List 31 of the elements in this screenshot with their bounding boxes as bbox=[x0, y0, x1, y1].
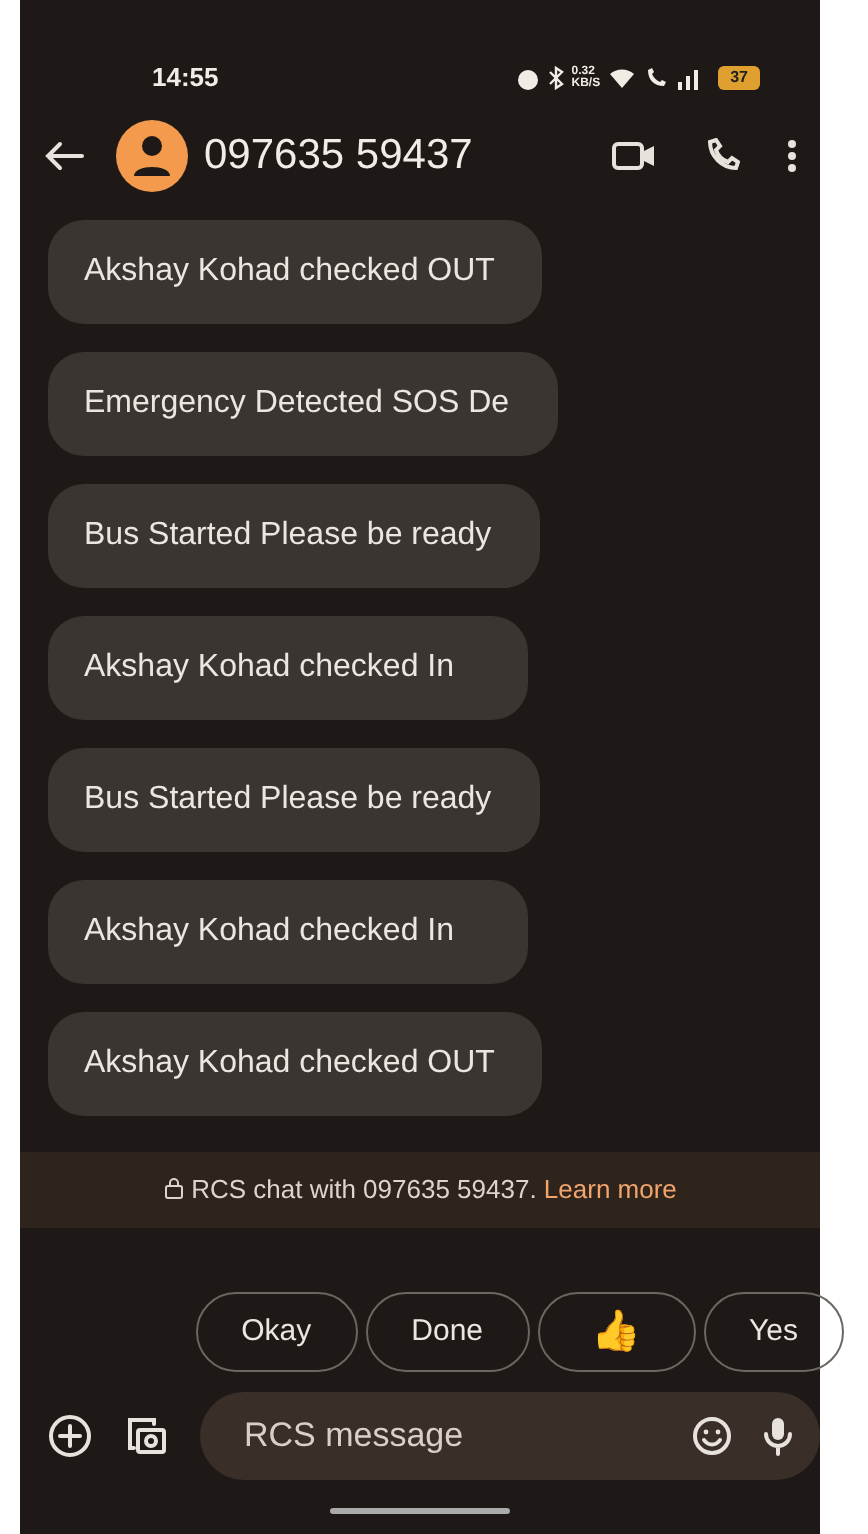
microphone-icon[interactable] bbox=[764, 1415, 792, 1455]
message-bubble: Bus Started Please be ready bbox=[48, 748, 540, 852]
learn-more-link[interactable]: Learn more bbox=[543, 1174, 677, 1204]
suggested-reply-chip[interactable]: Done bbox=[365, 1291, 530, 1371]
message-bubble: Akshay Kohad checked In bbox=[48, 880, 528, 984]
suggested-reply-chip[interactable]: Yes bbox=[703, 1291, 844, 1371]
video-call-icon[interactable] bbox=[612, 140, 656, 172]
bluetooth-icon bbox=[547, 66, 564, 90]
contact-name: 097635 59437 bbox=[204, 130, 473, 183]
message-bubble: Akshay Kohad checked OUT bbox=[48, 220, 543, 324]
wifi-icon bbox=[608, 66, 637, 90]
more-options-icon[interactable] bbox=[788, 138, 796, 174]
phone-icon[interactable] bbox=[704, 138, 740, 174]
emoji-icon[interactable] bbox=[692, 1415, 732, 1455]
lock-icon bbox=[163, 1178, 184, 1201]
message-input-field[interactable]: RCS message bbox=[240, 1407, 540, 1463]
back-arrow-icon[interactable] bbox=[44, 140, 84, 172]
message-composer-bar[interactable]: RCS message bbox=[200, 1391, 820, 1479]
add-icon[interactable] bbox=[48, 1413, 92, 1457]
message-bubble: Emergency Detected SOS De bbox=[48, 352, 558, 456]
message-bubble: Bus Started Please be ready bbox=[48, 484, 540, 588]
status-time: 14:55 bbox=[152, 60, 219, 97]
battery-indicator: 37 bbox=[718, 66, 760, 90]
call-icon bbox=[644, 66, 669, 90]
rcs-info-text: RCS chat with 097635 59437. Learn more bbox=[191, 1172, 677, 1208]
gallery-icon[interactable] bbox=[124, 1413, 168, 1457]
emoji-reply-chip[interactable]: 👍 bbox=[537, 1291, 696, 1371]
avatar-icon bbox=[116, 120, 188, 192]
message-bubble: Akshay Kohad checked OUT bbox=[48, 1012, 543, 1116]
suggested-reply-chip[interactable]: Okay bbox=[195, 1291, 358, 1371]
message-bubble: Akshay Kohad checked In bbox=[48, 616, 528, 720]
